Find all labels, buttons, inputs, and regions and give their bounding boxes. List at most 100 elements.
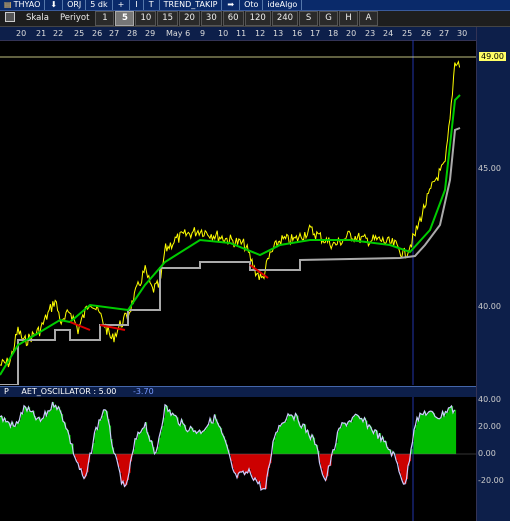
oscillator-bar: [321, 454, 323, 469]
oscillator-bar: [367, 428, 370, 454]
oscillator-bar: [423, 414, 425, 454]
period-button[interactable]: 240: [271, 11, 299, 26]
period-button[interactable]: 10: [135, 11, 157, 26]
oscillator-bar: [441, 417, 443, 454]
oscillator-bar: [250, 454, 253, 474]
oscillator-bar: [430, 411, 433, 454]
period-toolbar: Skala Periyot 1 5 10 15 20 30 60 120 240 S G H A: [0, 11, 510, 27]
oscillator-bar: [439, 418, 442, 454]
oscillator-bar: [138, 432, 140, 454]
oscillator-bar: [22, 413, 25, 454]
oscillator-bar: [450, 407, 452, 454]
oscillator-bar: [255, 454, 257, 478]
period-button[interactable]: 5: [115, 11, 135, 26]
cursor-tool[interactable]: I: [130, 0, 144, 10]
oscillator-bar: [432, 411, 434, 454]
price-label: 40.00: [478, 302, 501, 311]
scale-button[interactable]: Skala: [21, 12, 54, 25]
oscillator-bar: [40, 421, 43, 454]
oscillator-bar: [442, 411, 445, 454]
oscillator-bar: [144, 427, 146, 454]
period-button[interactable]: 30: [200, 11, 222, 26]
oscillator-bar: [37, 418, 40, 454]
oscillator-bar: [235, 454, 238, 474]
oscillator-bar: [417, 417, 419, 454]
period-button[interactable]: 15: [157, 11, 179, 26]
oscillator-bar: [277, 431, 280, 454]
oscillator-bar: [288, 413, 290, 454]
period-button[interactable]: G: [319, 11, 339, 26]
date-label: 9: [200, 29, 206, 38]
oscillator-bar: [139, 433, 142, 454]
oscillator-bar: [165, 404, 167, 454]
oscillator-bar: [94, 432, 97, 454]
oscillator-bar: [180, 425, 182, 454]
text-tool[interactable]: T: [144, 0, 160, 10]
date-label: 12: [255, 29, 266, 38]
save-button[interactable]: [0, 12, 20, 25]
symbol-selector[interactable]: ▤ THYAO: [0, 0, 46, 10]
oscillator-bar: [24, 405, 26, 454]
oscillator-bar: [418, 420, 421, 454]
oscillator-bar: [159, 437, 161, 454]
oscillator-bar: [13, 425, 16, 454]
period-selector[interactable]: 5 dk: [86, 0, 113, 10]
oscillator-chart[interactable]: [0, 397, 476, 521]
price-chart[interactable]: [0, 40, 476, 385]
oscillator-bar: [238, 454, 241, 474]
oscillator-bar: [346, 425, 349, 454]
oscillator-bar: [18, 423, 20, 454]
oscillator-bar: [58, 406, 61, 454]
oscillator-bar: [84, 454, 86, 479]
oscillator-bar: [34, 416, 37, 454]
oscillator-bar: [43, 417, 46, 454]
period-button[interactable]: 1: [95, 11, 115, 26]
oscillator-bar: [240, 454, 242, 472]
period-label: Periyot: [59, 13, 90, 23]
oscillator-bar: [291, 414, 293, 454]
period-button[interactable]: 60: [222, 11, 244, 26]
download-button[interactable]: ⬇: [45, 0, 64, 10]
oscillator-bar: [322, 454, 325, 475]
forward-button[interactable]: ➡: [222, 0, 241, 10]
oscillator-bar: [120, 454, 122, 473]
oscillator-bar: [168, 411, 170, 454]
oscillator-bar: [57, 409, 59, 454]
idealgo-button[interactable]: ideAlgo: [263, 0, 303, 10]
period-button[interactable]: 120: [244, 11, 271, 26]
oscillator-bar: [175, 415, 178, 454]
oscillator-bar: [81, 454, 83, 469]
period-button[interactable]: H: [339, 11, 359, 26]
add-button[interactable]: +: [113, 0, 131, 10]
oto-button[interactable]: Oto: [240, 0, 264, 10]
oscillator-bar: [453, 412, 455, 454]
strategy-selector[interactable]: TREND_TAKIP: [160, 0, 223, 10]
oscillator-bar: [211, 422, 214, 454]
date-label: 22: [53, 29, 64, 38]
oscillator-bar: [334, 449, 337, 454]
period-button[interactable]: A: [359, 11, 379, 26]
oscillator-bar: [49, 410, 52, 454]
oscillator-bar: [66, 428, 68, 454]
period-button[interactable]: S: [299, 11, 319, 26]
oscillator-bar: [285, 421, 287, 454]
orj-button[interactable]: ORJ: [63, 0, 87, 10]
oscillator-bar: [205, 428, 208, 454]
oscillator-bar: [103, 409, 106, 454]
oscillator-bar: [364, 417, 367, 454]
date-label: 27: [439, 29, 450, 38]
oscillator-name: AET_OSCILLATOR : 5.00: [21, 387, 117, 396]
oscillator-bar: [454, 409, 457, 454]
oscillator-bar: [363, 421, 365, 454]
oscillator-bar: [48, 410, 50, 454]
oscillator-bar: [187, 431, 190, 454]
date-label: 23: [365, 29, 376, 38]
oscillator-bar: [42, 418, 44, 454]
oscillator-bar: [208, 424, 211, 454]
oscillator-bar: [300, 425, 302, 454]
oscillator-bar: [198, 431, 200, 454]
oscillator-bar: [286, 418, 289, 454]
oscillator-bar: [282, 423, 284, 454]
oscillator-bar: [414, 429, 416, 454]
period-button[interactable]: 20: [179, 11, 200, 26]
